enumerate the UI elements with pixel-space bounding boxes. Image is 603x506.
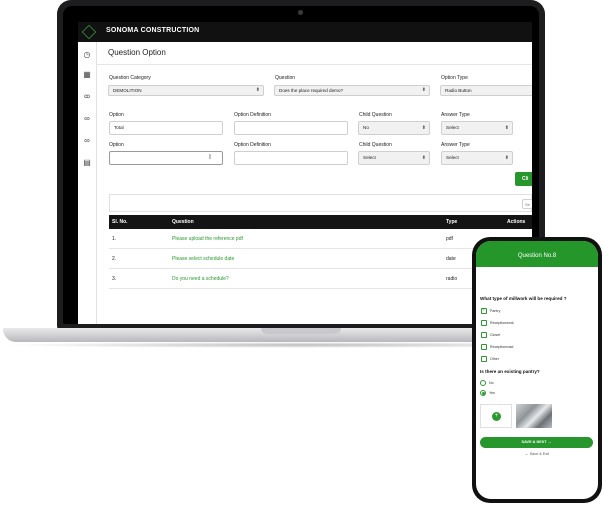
radio-dot xyxy=(481,391,485,395)
option-definition-label: Option Definition xyxy=(234,142,271,148)
question-category-select[interactable]: DEMOLITION xyxy=(108,85,264,96)
checkbox-closet[interactable] xyxy=(481,332,487,338)
option-definition-label: Option Definition xyxy=(234,112,271,118)
question-select[interactable]: Does the place required demo? xyxy=(274,85,430,96)
checkbox-label: Other xyxy=(490,357,499,361)
table-header: Sl. No. Question Type Actions xyxy=(109,215,532,229)
option-label: Option xyxy=(109,112,124,118)
answer-type-label: Answer Type xyxy=(441,142,470,148)
col-type: Type xyxy=(446,219,458,225)
child-question-select[interactable]: No xyxy=(358,121,430,135)
dashboard-icon[interactable]: ◷ xyxy=(82,50,92,60)
col-slno: Sl. No. xyxy=(112,219,128,225)
option-input-value: Total xyxy=(114,125,124,130)
camera-icon xyxy=(298,10,303,15)
radio-label: Yes xyxy=(489,391,495,395)
building-icon[interactable]: ▦ xyxy=(82,70,92,80)
checkbox-label: Pantry xyxy=(490,309,501,313)
row-question[interactable]: Do you need a schedule? xyxy=(172,269,229,289)
question-label: Question xyxy=(275,75,296,81)
answer-type-select[interactable]: Select xyxy=(441,151,513,165)
text-cursor-icon: I xyxy=(209,154,211,161)
phone-screen: Question No.8 What type of millwork will… xyxy=(476,241,598,499)
submit-button[interactable]: Cli xyxy=(515,172,532,186)
checkbox-receptionwork[interactable] xyxy=(481,320,487,326)
row-type: radio xyxy=(446,276,458,282)
question-category-value: DEMOLITION xyxy=(113,88,142,93)
child-question-label: Child Question xyxy=(359,112,392,118)
table-row[interactable]: 1. Please upload the reference pdf pdf xyxy=(109,229,532,249)
add-icon: + xyxy=(492,412,501,421)
sidebar: ◷ ▦ ꝏ ∞ ∞ ▤ xyxy=(78,42,97,324)
option-label: Option xyxy=(109,142,124,148)
option-definition-input[interactable] xyxy=(234,121,348,135)
add-photo-tile[interactable]: + xyxy=(480,404,512,428)
uploaded-photo[interactable] xyxy=(516,404,552,428)
answer-type-select[interactable]: Select xyxy=(441,121,513,135)
question-1: What type of millwork will be required ? xyxy=(480,296,567,301)
answer-type-value: Select xyxy=(446,155,459,160)
radio-label: No xyxy=(489,381,494,385)
radio-no[interactable] xyxy=(480,380,486,386)
question-value: Does the place required demo? xyxy=(279,88,344,93)
checkbox-label: Receptionroad xyxy=(490,345,514,349)
document-icon[interactable]: ▤ xyxy=(82,158,92,168)
row-number: 3. xyxy=(112,276,117,282)
checkbox-label: Closet xyxy=(490,333,501,337)
save-exit-link[interactable]: ← Save & Exit xyxy=(476,452,598,456)
brand-name: SONOMA CONSTRUCTION xyxy=(106,27,200,34)
checkbox-label: Receptionwork xyxy=(490,321,514,325)
child-question-value: No xyxy=(363,125,369,130)
logo-icon xyxy=(81,24,97,40)
checkbox-other[interactable] xyxy=(481,356,487,362)
page-title: Question Option xyxy=(108,48,166,57)
question-category-label: Question Category xyxy=(109,75,151,81)
child-question-label: Child Question xyxy=(359,142,392,148)
link-icon[interactable]: ∞ xyxy=(82,114,92,124)
search-input[interactable]: Se xyxy=(522,199,532,209)
checkbox-receptionroad[interactable] xyxy=(481,344,487,350)
option-definition-input[interactable] xyxy=(234,151,348,165)
row-type: date xyxy=(446,256,456,262)
users-icon[interactable]: ꝏ xyxy=(82,92,92,102)
phone-header: Question No.8 xyxy=(476,241,598,267)
col-actions: Actions xyxy=(507,219,526,225)
table-row[interactable]: 2. Please select schedule date date xyxy=(109,249,532,269)
checkbox-pantry[interactable]: ✓ xyxy=(481,307,487,314)
row-question[interactable]: Please upload the reference pdf xyxy=(172,229,243,249)
row-number: 2. xyxy=(112,256,117,262)
question-2-label: Is there an existing pantry? xyxy=(480,369,540,374)
option-type-value: Radio Button xyxy=(445,88,472,93)
option-type-select[interactable]: Radio Button xyxy=(440,85,532,96)
row-type: pdf xyxy=(446,236,453,242)
child-question-value: Select xyxy=(363,155,376,160)
table-row[interactable]: 3. Do you need a schedule? radio xyxy=(109,269,532,289)
option-type-label: Option Type xyxy=(441,75,468,81)
answer-type-value: Select xyxy=(446,125,459,130)
option-input[interactable]: I xyxy=(109,151,223,165)
child-question-select[interactable]: Select xyxy=(358,151,430,165)
answer-type-label: Answer Type xyxy=(441,112,470,118)
option-input[interactable]: Total xyxy=(109,121,223,135)
link-icon[interactable]: ∞ xyxy=(82,136,92,146)
table-toolbar xyxy=(109,194,532,212)
radio-yes[interactable] xyxy=(480,390,486,396)
laptop-screen: SONOMA CONSTRUCTION ◷ ▦ ꝏ ∞ ∞ ▤ Question… xyxy=(78,22,532,324)
app-topbar: SONOMA CONSTRUCTION xyxy=(78,22,532,42)
col-question: Question xyxy=(172,219,194,225)
save-next-button[interactable]: SAVE & NEXT → xyxy=(480,437,593,448)
divider xyxy=(97,64,532,65)
laptop-notch xyxy=(261,328,341,334)
row-question[interactable]: Please select schedule date xyxy=(172,249,234,269)
check-icon: ✓ xyxy=(482,307,487,313)
row-number: 1. xyxy=(112,236,117,242)
